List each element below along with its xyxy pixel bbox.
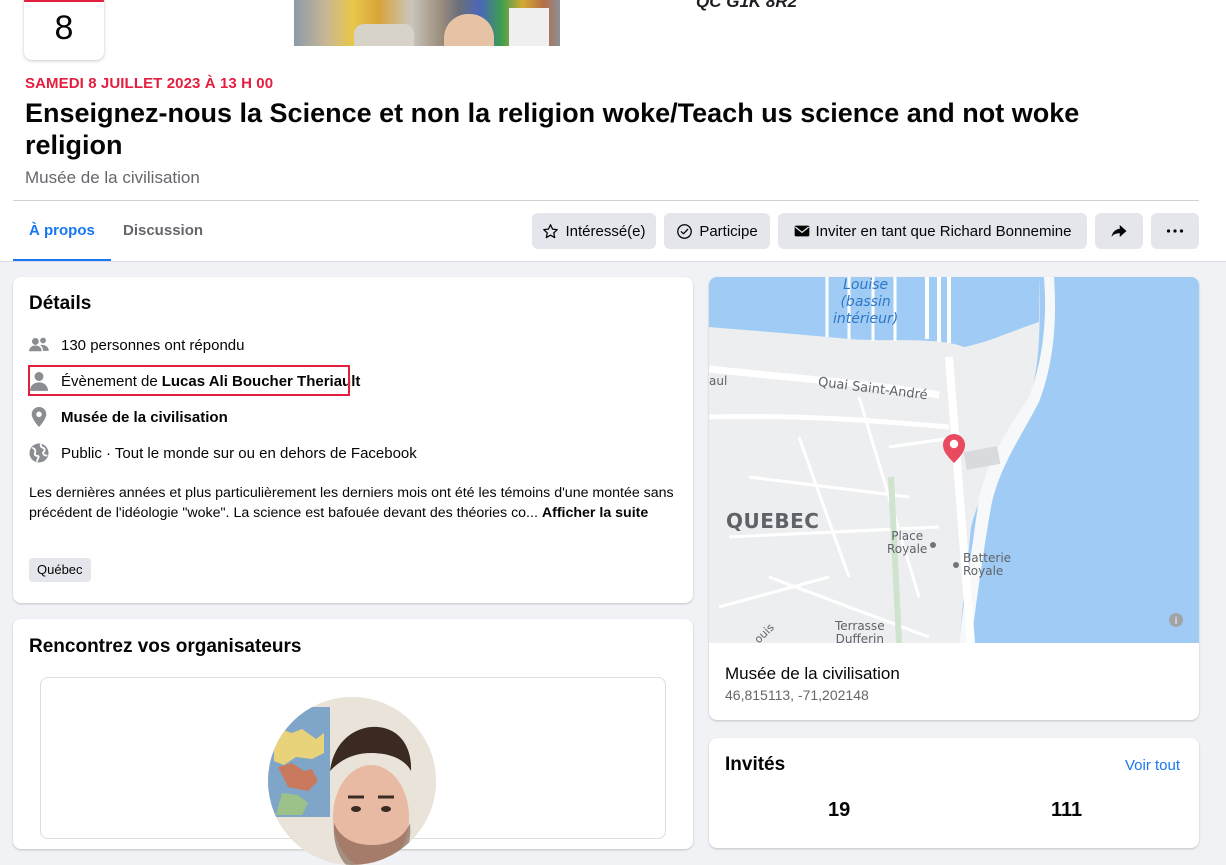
tab-about-label: À propos [29,222,95,239]
tab-discussion-label: Discussion [123,222,204,239]
guests-interested-count[interactable]: 111 [1051,799,1082,822]
people-icon [28,334,50,356]
map-label-basin: Louise [843,277,889,293]
tab-discussion[interactable]: Discussion [123,210,203,260]
location-row: Musée de la civilisation [28,405,228,429]
responded-row: 130 personnes ont répondu [28,333,244,357]
cover-shape [354,24,414,46]
event-description: Les dernières années et plus particulièr… [29,483,679,523]
check-circle-icon [676,223,693,240]
more-icon [1166,228,1184,234]
invite-label: Inviter en tant que Richard Bonnemine [815,222,1072,240]
location-pin-icon [28,406,50,428]
event-venue[interactable]: Musée de la civilisation [25,168,200,188]
date-day: 8 [54,9,74,47]
map-label-edge: aul [709,374,728,388]
going-label: Participe [699,222,758,240]
header-divider [13,200,1199,201]
organizers-title: Rencontrez vos organisateurs [29,636,302,657]
cover-photo[interactable] [294,0,560,46]
guests-going-count[interactable]: 19 [828,799,850,822]
map-label-city: QUEBEC [726,509,820,533]
location-map[interactable]: i Louise (bassin intérieur) aul Quai Sai… [709,277,1199,643]
globe-icon [28,442,50,464]
invite-button[interactable]: Inviter en tant que Richard Bonnemine [778,213,1087,249]
map-label-terrasse: Dufferin [835,632,884,644]
date-card-bar [24,0,104,2]
event-date: SAMEDI 8 JUILLET 2023 À 13 H 00 [25,75,274,92]
cover-shape [444,14,494,46]
privacy-text: Public · Tout le monde sur ou en dehors … [61,444,417,462]
privacy-row: Public · Tout le monde sur ou en dehors … [28,441,417,465]
date-card: 8 [24,0,104,60]
share-icon [1110,222,1128,240]
star-icon [542,223,559,240]
details-card [13,277,693,603]
map-label-basin: (bassin [840,294,891,310]
map-coordinates: 46,815113, -71,202148 [725,687,869,703]
more-button[interactable] [1151,213,1199,249]
map-label-basin: intérieur) [833,311,899,327]
map-location-name: Musée de la civilisation [725,664,900,683]
event-title: Enseignez-nous la Science et non la reli… [25,98,1080,160]
interested-label: Intéressé(e) [565,222,646,240]
map-label-batterie: Royale [963,564,1004,578]
cover-shape [509,8,549,46]
category-tag[interactable]: Québec [29,558,91,582]
svg-text:i: i [1175,616,1178,627]
tab-about[interactable]: À propos [13,210,111,262]
highlight-box [28,365,350,396]
address-line: QC G1K 8R2 [696,0,798,11]
envelope-icon [794,224,810,238]
see-more-link[interactable]: Afficher la suite [542,505,648,521]
location-link[interactable]: Musée de la civilisation [61,409,228,426]
interested-button[interactable]: Intéressé(e) [532,213,656,249]
event-header: 8 QC G1K 8R2 SAMEDI 8 JUILLET 2023 À 13 … [0,0,1226,262]
avatar[interactable] [268,697,436,865]
going-button[interactable]: Participe [664,213,770,249]
map-label-place: Royale [887,542,928,556]
see-all-link[interactable]: Voir tout [1125,757,1180,774]
header-bottom-border [0,261,1226,262]
guests-title: Invités [725,754,786,775]
responded-text: 130 personnes ont répondu [61,336,245,354]
details-title: Détails [29,293,92,314]
share-button[interactable] [1095,213,1143,249]
